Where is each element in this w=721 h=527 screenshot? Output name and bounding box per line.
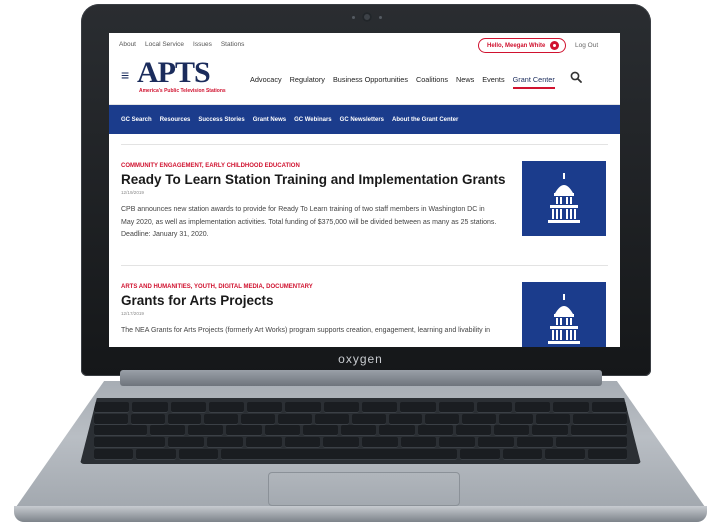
gc-nav-search[interactable]: GC Search <box>121 117 152 123</box>
nav-news[interactable]: News <box>456 75 474 89</box>
touchpad <box>268 472 460 506</box>
grant-center-nav: GC Search Resources Success Stories Gran… <box>109 105 620 134</box>
webcam-icon <box>362 12 372 22</box>
laptop-brand-label: oxygen <box>338 352 383 366</box>
article-thumbnail[interactable] <box>522 161 606 236</box>
main-nav: Advocacy Regulatory Business Opportuniti… <box>250 75 555 89</box>
keyboard <box>80 398 641 464</box>
logo-tagline: America's Public Television Stations <box>139 88 226 94</box>
article-summary: CPB announces new station awards to prov… <box>121 206 497 238</box>
util-link-local-service[interactable]: Local Service <box>145 41 184 48</box>
util-link-about[interactable]: About <box>119 41 136 48</box>
capitol-building-icon <box>548 172 580 223</box>
site-header: About Local Service Issues Stations Hell… <box>109 33 620 105</box>
logout-link[interactable]: Log Out <box>575 42 598 49</box>
laptop-base-edge <box>14 506 707 522</box>
util-link-issues[interactable]: Issues <box>193 41 212 48</box>
gc-nav-newsletters[interactable]: GC Newsletters <box>340 117 384 123</box>
nav-regulatory[interactable]: Regulatory <box>290 75 325 89</box>
article-card: ARTS AND HUMANITIES, YOUTH, DIGITAL MEDI… <box>121 266 608 347</box>
search-icon[interactable] <box>570 71 582 83</box>
nav-advocacy[interactable]: Advocacy <box>250 75 282 89</box>
gc-nav-grant-news[interactable]: Grant News <box>253 117 286 123</box>
article-card: COMMUNITY ENGAGEMENT, EARLY CHILDHOOD ED… <box>121 145 608 265</box>
account-button[interactable]: Hello, Meegan White <box>478 38 567 53</box>
greeting-label: Hello, Meegan White <box>487 42 546 49</box>
gc-nav-about[interactable]: About the Grant Center <box>392 117 458 123</box>
nav-business-opportunities[interactable]: Business Opportunities <box>333 75 408 89</box>
browser-screen: About Local Service Issues Stations Hell… <box>109 33 620 347</box>
nav-grant-center[interactable]: Grant Center <box>512 75 555 89</box>
capitol-building-icon <box>548 293 580 344</box>
utility-links: About Local Service Issues Stations <box>119 41 244 48</box>
util-link-stations[interactable]: Stations <box>221 41 245 48</box>
menu-icon[interactable]: ≡ <box>121 68 129 82</box>
gear-icon <box>550 41 560 50</box>
article-summary: The NEA Grants for Arts Projects (former… <box>121 327 491 334</box>
camera-led-icon <box>352 16 355 19</box>
nav-coalitions[interactable]: Coalitions <box>416 75 448 89</box>
site-logo[interactable]: APTS America's Public Television Station… <box>137 58 243 96</box>
camera-led-icon <box>379 16 382 19</box>
gc-nav-success-stories[interactable]: Success Stories <box>198 117 244 123</box>
gc-nav-webinars[interactable]: GC Webinars <box>294 117 332 123</box>
article-list: COMMUNITY ENGAGEMENT, EARLY CHILDHOOD ED… <box>109 134 620 347</box>
gc-nav-resources[interactable]: Resources <box>160 117 191 123</box>
article-thumbnail[interactable] <box>522 282 606 347</box>
nav-events[interactable]: Events <box>482 75 504 89</box>
laptop-hinge <box>120 370 602 386</box>
logo-wordmark: APTS <box>137 56 211 89</box>
